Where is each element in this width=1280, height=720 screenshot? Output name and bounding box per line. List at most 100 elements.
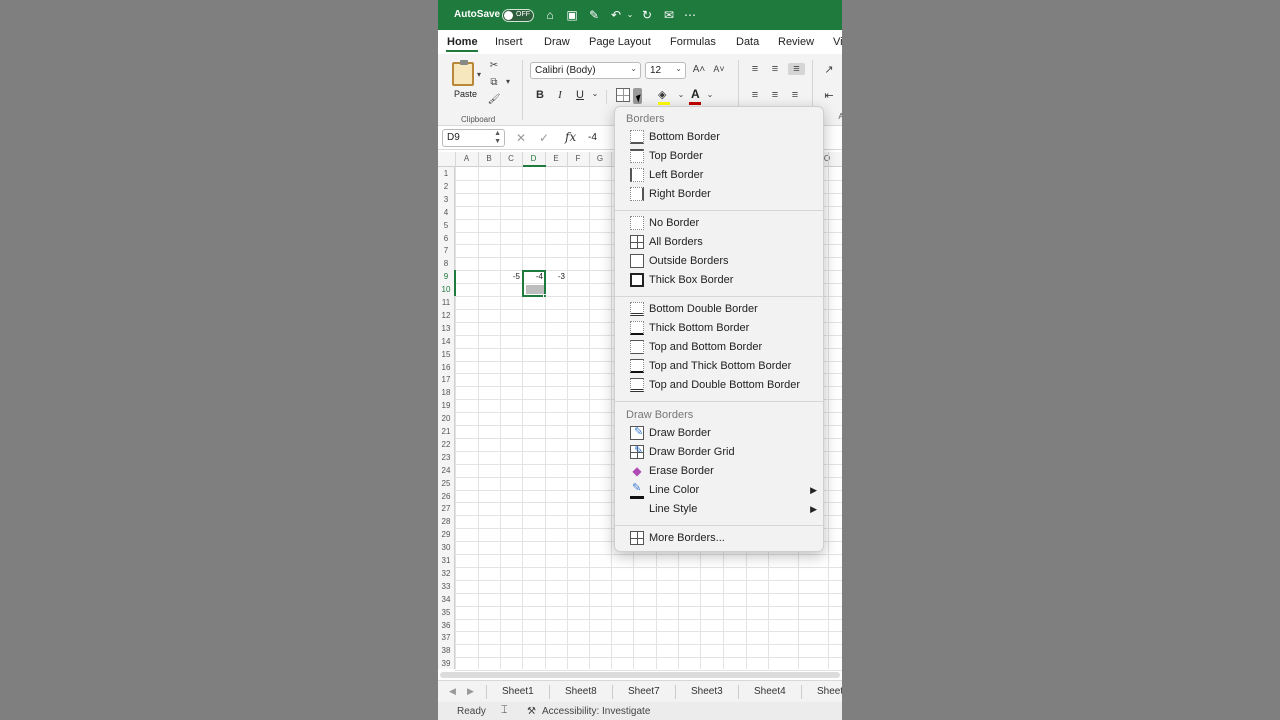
menu-item-left-border[interactable]: Left Border xyxy=(615,166,823,185)
row-header-3[interactable]: 3 xyxy=(438,195,454,204)
bold-button[interactable]: B xyxy=(533,89,547,101)
copy-caret-icon[interactable]: ▾ xyxy=(501,77,515,91)
row-header-22[interactable]: 22 xyxy=(438,440,454,449)
row-header-5[interactable]: 5 xyxy=(438,221,454,230)
underline-caret-icon[interactable]: ⌄ xyxy=(588,89,602,98)
row-header-23[interactable]: 23 xyxy=(438,453,454,462)
menu-item-top-and-thick-bottom-border[interactable]: Top and Thick Bottom Border xyxy=(615,357,823,376)
fill-color-icon[interactable]: ◈ xyxy=(658,88,666,101)
edit-icon[interactable]: ✎ xyxy=(587,8,601,22)
row-header-19[interactable]: 19 xyxy=(438,401,454,410)
accessibility-icon[interactable]: ⚒ xyxy=(527,706,536,717)
row-header-2[interactable]: 2 xyxy=(438,182,454,191)
row-header-26[interactable]: 26 xyxy=(438,492,454,501)
tab-insert[interactable]: Insert xyxy=(495,36,523,48)
row-header-20[interactable]: 20 xyxy=(438,414,454,423)
row-header-11[interactable]: 11 xyxy=(438,298,454,307)
selected-cell[interactable] xyxy=(522,270,546,297)
row-header-28[interactable]: 28 xyxy=(438,517,454,526)
row-header-36[interactable]: 36 xyxy=(438,621,454,630)
row-header-8[interactable]: 8 xyxy=(438,259,454,268)
redo-icon[interactable]: ↻ xyxy=(640,8,654,22)
row-header-18[interactable]: 18 xyxy=(438,388,454,397)
cancel-icon[interactable]: ✕ xyxy=(516,131,526,145)
sheet-prev-icon[interactable]: ◀ xyxy=(449,686,456,697)
menu-item-top-border[interactable]: Top Border xyxy=(615,147,823,166)
menu-item-all-borders[interactable]: All Borders xyxy=(615,233,823,252)
row-header-9[interactable]: 9 xyxy=(438,272,454,281)
tab-page-layout[interactable]: Page Layout xyxy=(589,36,651,48)
row-header-33[interactable]: 33 xyxy=(438,582,454,591)
align-top-icon[interactable]: ≡ xyxy=(748,63,762,75)
autosave-toggle[interactable]: OFF xyxy=(502,9,534,22)
insert-function-button[interactable]: fx xyxy=(565,130,576,144)
orientation-icon[interactable]: ↗ xyxy=(822,63,836,76)
menu-item-draw-border[interactable]: ✎ Draw Border xyxy=(615,424,823,443)
tab-draw[interactable]: Draw xyxy=(544,36,570,48)
horizontal-scrollbar[interactable] xyxy=(440,672,840,678)
align-left-icon[interactable]: ≡ xyxy=(748,89,762,101)
column-header-c[interactable]: C xyxy=(500,154,522,163)
column-header-f[interactable]: F xyxy=(567,154,589,163)
row-header-29[interactable]: 29 xyxy=(438,530,454,539)
column-header-d[interactable]: D xyxy=(522,154,545,163)
menu-item-outside-borders[interactable]: Outside Borders xyxy=(615,252,823,271)
row-header-6[interactable]: 6 xyxy=(438,234,454,243)
row-header-7[interactable]: 7 xyxy=(438,246,454,255)
menu-item-bottom-double-border[interactable]: Bottom Double Border xyxy=(615,300,823,319)
accessibility-status[interactable]: Accessibility: Investigate xyxy=(542,706,650,717)
menu-item-top-and-double-bottom-border[interactable]: Top and Double Bottom Border xyxy=(615,376,823,395)
sheet-tab[interactable]: Sheet xyxy=(817,686,842,697)
row-header-27[interactable]: 27 xyxy=(438,504,454,513)
format-painter-icon[interactable]: 🖌 xyxy=(487,94,501,108)
align-bottom-icon[interactable]: ≡ xyxy=(788,63,805,75)
tab-formulas[interactable]: Formulas xyxy=(670,36,716,48)
menu-item-bottom-border[interactable]: Bottom Border xyxy=(615,128,823,147)
tab-home[interactable]: Home xyxy=(447,36,478,48)
menu-item-thick-box-border[interactable]: Thick Box Border xyxy=(615,271,823,290)
borders-button[interactable] xyxy=(616,88,630,102)
font-size-select[interactable]: 12 ⌄ xyxy=(645,62,686,79)
column-header-a[interactable]: A xyxy=(455,154,478,163)
row-header-21[interactable]: 21 xyxy=(438,427,454,436)
font-name-select[interactable]: Calibri (Body) ⌄ xyxy=(530,62,641,79)
row-header-14[interactable]: 14 xyxy=(438,337,454,346)
grow-font-icon[interactable]: A˄ xyxy=(692,64,706,78)
cell-e9[interactable]: -3 xyxy=(544,272,565,281)
tab-view[interactable]: Vi xyxy=(833,36,842,48)
font-color-icon[interactable]: A xyxy=(691,87,700,101)
row-header-1[interactable]: 1 xyxy=(438,169,454,178)
shrink-font-icon[interactable]: A˅ xyxy=(712,64,726,78)
undo-caret-icon[interactable]: ⌄ xyxy=(623,8,637,22)
cut-icon[interactable]: ✂ xyxy=(487,60,501,74)
sheet-tab[interactable]: Sheet8 xyxy=(565,686,597,697)
more-icon[interactable]: ⋯ xyxy=(683,8,697,22)
tab-data[interactable]: Data xyxy=(736,36,759,48)
align-middle-icon[interactable]: ≡ xyxy=(768,63,782,75)
enter-icon[interactable]: ✓ xyxy=(539,131,549,145)
mail-icon[interactable]: ✉ xyxy=(662,8,676,22)
row-header-25[interactable]: 25 xyxy=(438,479,454,488)
sheet-tab[interactable]: Sheet3 xyxy=(691,686,723,697)
row-header-16[interactable]: 16 xyxy=(438,363,454,372)
save-icon[interactable]: ▣ xyxy=(565,8,579,22)
name-box[interactable]: D9 ▲ ▼ xyxy=(442,129,505,147)
underline-button[interactable]: U xyxy=(573,89,587,101)
menu-item-right-border[interactable]: Right Border xyxy=(615,185,823,204)
paste-icon[interactable] xyxy=(452,60,474,86)
sheet-tab[interactable]: Sheet4 xyxy=(754,686,786,697)
menu-item-more-borders[interactable]: More Borders... xyxy=(615,529,823,548)
menu-item-line-style[interactable]: Line Style ▶ xyxy=(615,500,823,519)
row-header-17[interactable]: 17 xyxy=(438,375,454,384)
row-header-15[interactable]: 15 xyxy=(438,350,454,359)
copy-icon[interactable]: ⧉ xyxy=(487,77,501,91)
home-icon[interactable]: ⌂ xyxy=(543,8,557,22)
column-header-e[interactable]: E xyxy=(545,154,567,163)
menu-item-line-color[interactable]: ✎ Line Color ▶ xyxy=(615,481,823,500)
column-header-b[interactable]: B xyxy=(478,154,500,163)
row-header-34[interactable]: 34 xyxy=(438,595,454,604)
row-header-13[interactable]: 13 xyxy=(438,324,454,333)
sheet-tab[interactable]: Sheet1 xyxy=(502,686,534,697)
paste-caret-icon[interactable]: ▾ xyxy=(477,70,481,79)
row-header-38[interactable]: 38 xyxy=(438,646,454,655)
